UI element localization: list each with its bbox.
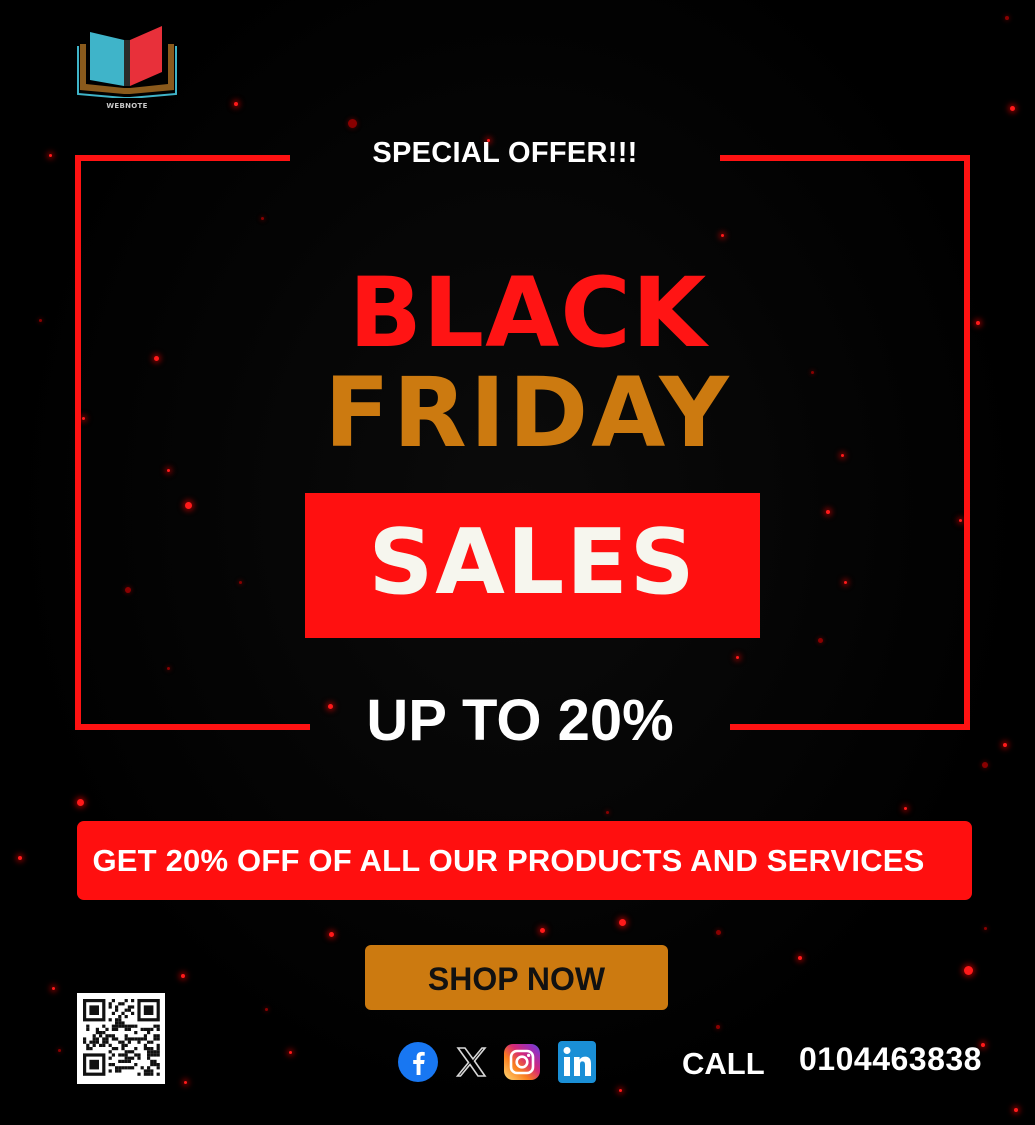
ember-particle xyxy=(48,153,52,157)
x-icon xyxy=(455,1047,487,1077)
ember-particle xyxy=(1009,105,1015,111)
sales-text: SALES xyxy=(368,509,697,615)
ember-particle xyxy=(903,806,907,810)
ember-particle xyxy=(720,233,724,237)
sales-box: SALES xyxy=(305,493,760,638)
frame-bottom-left xyxy=(75,724,310,730)
instagram-icon xyxy=(504,1044,540,1080)
frame-left xyxy=(75,155,81,730)
discount-text: UP TO 20% xyxy=(366,688,674,753)
logo-text: WEBNOTE xyxy=(106,102,148,110)
ember-particle xyxy=(618,1088,622,1092)
ember-particle xyxy=(1005,16,1009,20)
ember-particle xyxy=(1003,743,1007,747)
offer-banner-text: GET 20% OFF OF ALL OUR PRODUCTS AND SERV… xyxy=(92,842,925,878)
ember-particle xyxy=(605,810,609,814)
ember-particle xyxy=(826,510,830,514)
ember-particle xyxy=(234,102,238,106)
qr-code-icon xyxy=(77,993,165,1084)
x-link[interactable] xyxy=(449,1040,493,1084)
shop-now-label: SHOP NOW xyxy=(427,961,606,997)
book-logo-icon xyxy=(77,26,177,99)
promo-canvas: WEBNOTE SPECIAL OFFER!!! BLACK FRIDAY SA… xyxy=(0,0,1035,1125)
headline-black: BLACK xyxy=(348,257,708,369)
ember-particle xyxy=(982,762,988,768)
phone-number[interactable]: 0104463838 xyxy=(799,1041,982,1078)
ember-particle xyxy=(51,986,55,990)
ember-particle xyxy=(715,929,721,935)
facebook-icon xyxy=(398,1042,438,1082)
headline-friday: FRIDAY xyxy=(324,357,732,469)
ember-particle xyxy=(716,1025,720,1029)
linkedin-link[interactable] xyxy=(555,1040,599,1084)
ember-particle xyxy=(958,518,962,522)
ember-particle xyxy=(76,798,84,806)
ember-particle xyxy=(735,655,739,659)
ember-particle xyxy=(798,956,802,960)
shop-now-button[interactable]: SHOP NOW xyxy=(365,945,668,1010)
ember-particle xyxy=(539,927,545,933)
qr-code[interactable] xyxy=(77,993,165,1084)
ember-particle xyxy=(181,974,185,978)
ember-particle xyxy=(843,580,847,584)
ember-particle xyxy=(328,931,334,937)
webnote-logo: WEBNOTE xyxy=(76,22,178,110)
ember-particle xyxy=(1014,1108,1018,1112)
call-label: CALL xyxy=(682,1046,765,1081)
ember-particle xyxy=(288,1050,292,1054)
ember-particle xyxy=(983,926,987,930)
ember-particle xyxy=(260,216,264,220)
linkedin-icon xyxy=(558,1041,596,1083)
ember-particle xyxy=(264,1007,268,1011)
ember-particle xyxy=(347,118,357,128)
ember-particle xyxy=(38,318,42,322)
ember-particle xyxy=(238,580,242,584)
ember-particle xyxy=(166,468,170,472)
ember-particle xyxy=(153,355,159,361)
ember-particle xyxy=(18,856,22,860)
frame-right xyxy=(964,155,970,730)
special-offer-heading: SPECIAL OFFER!!! xyxy=(372,137,638,169)
frame-top-left xyxy=(75,155,290,161)
facebook-link[interactable] xyxy=(396,1040,440,1084)
frame-top-right xyxy=(720,155,970,161)
ember-particle xyxy=(81,416,85,420)
ember-particle xyxy=(125,587,131,593)
ember-particle xyxy=(963,965,973,975)
frame-bottom-right xyxy=(730,724,970,730)
ember-particle xyxy=(183,1080,187,1084)
ember-particle xyxy=(976,321,980,325)
instagram-link[interactable] xyxy=(500,1040,544,1084)
ember-particle xyxy=(618,918,626,926)
ember-particle xyxy=(817,637,823,643)
ember-particle xyxy=(184,501,192,509)
offer-banner: GET 20% OFF OF ALL OUR PRODUCTS AND SERV… xyxy=(77,821,972,900)
ember-particle xyxy=(166,666,170,670)
ember-particle xyxy=(57,1048,61,1052)
